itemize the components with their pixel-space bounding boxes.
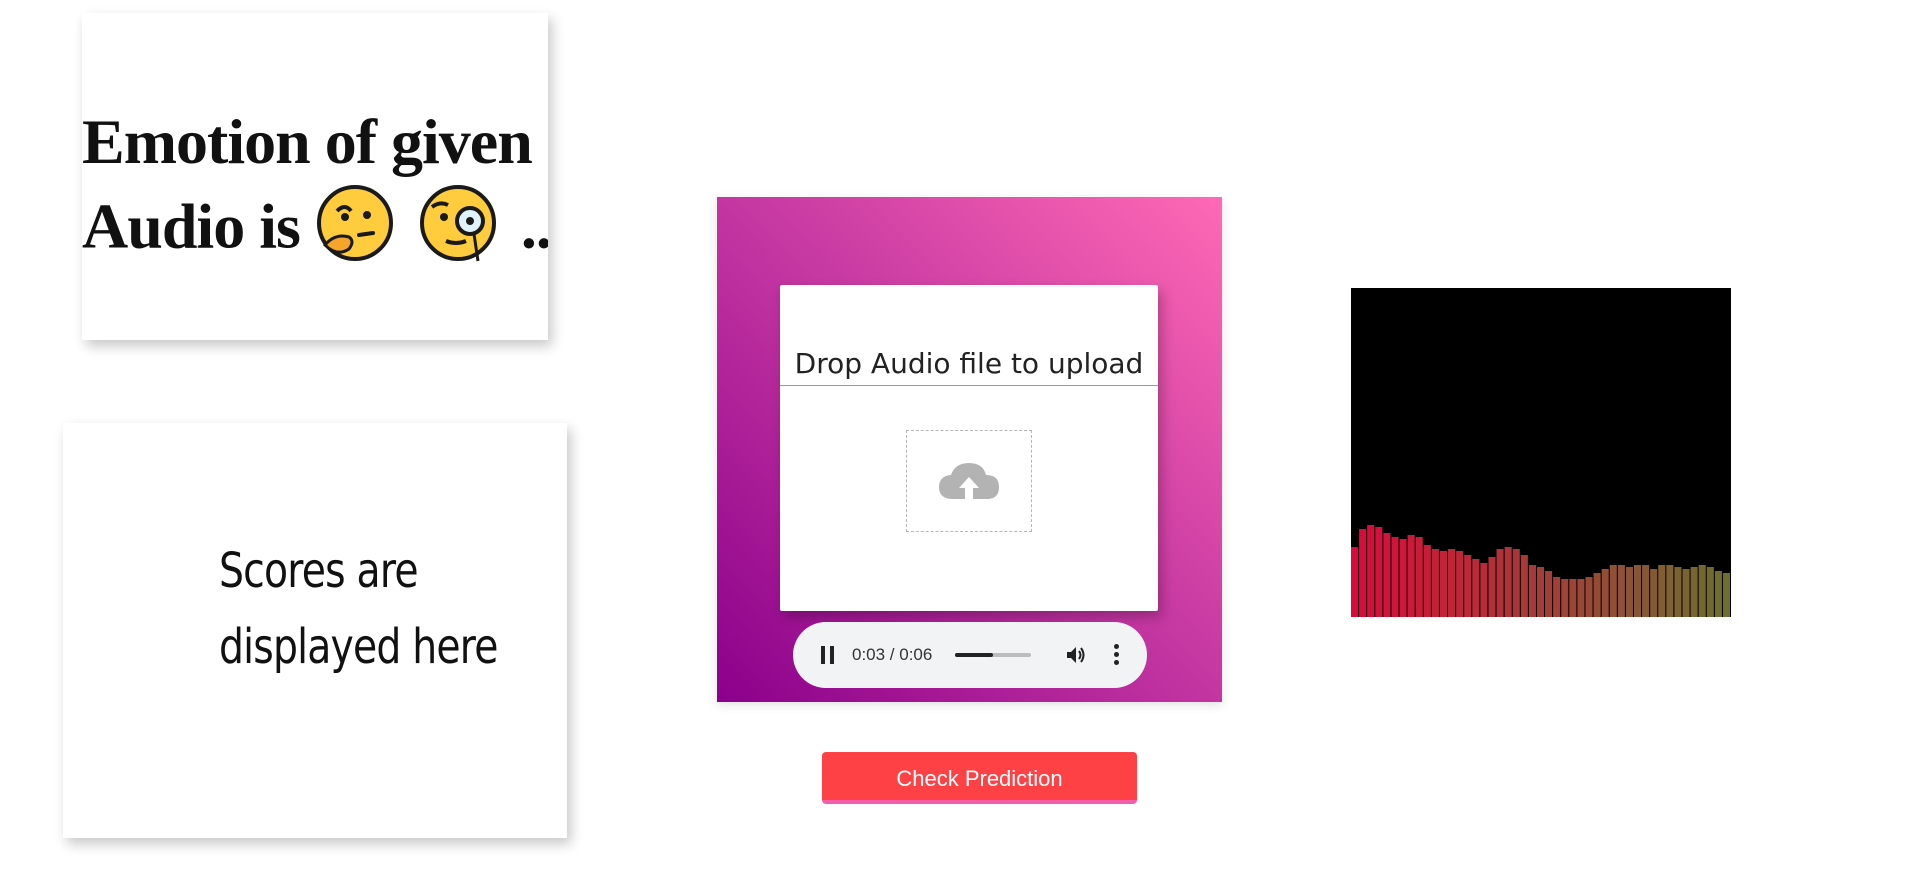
audio-player[interactable]: 0:03 / 0:06 <box>793 622 1147 688</box>
visualizer-bar <box>1617 565 1625 617</box>
visualizer-bar <box>1553 577 1561 617</box>
visualizer-bar <box>1601 569 1609 617</box>
visualizer-bar <box>1666 565 1674 617</box>
visualizer-bar <box>1674 567 1682 617</box>
more-options-icon[interactable] <box>1113 644 1119 666</box>
visualizer-bar <box>1569 579 1577 617</box>
drop-title: Drop Audio file to upload <box>794 347 1144 380</box>
visualizer-bars <box>1351 525 1730 617</box>
visualizer-bar <box>1496 549 1504 617</box>
thinking-face-icon <box>315 183 395 283</box>
upload-panel: Drop Audio file to upload 0:03 / 0:06 <box>717 197 1222 702</box>
pause-icon[interactable] <box>821 646 835 664</box>
visualizer-bar <box>1375 527 1383 617</box>
visualizer-bar <box>1480 563 1488 617</box>
visualizer-bar <box>1512 549 1520 617</box>
emotion-result-text: Emotion of given Audio is .. <box>82 101 548 283</box>
visualizer-bar <box>1448 549 1456 617</box>
emotion-result-card: Emotion of given Audio is .. <box>82 13 548 340</box>
visualizer-bar <box>1520 555 1528 617</box>
audio-progress-fill <box>955 653 993 657</box>
face-with-monocle-icon <box>418 183 498 283</box>
visualizer-bar <box>1488 557 1496 617</box>
visualizer-bar <box>1593 573 1601 617</box>
check-prediction-button[interactable]: Check Prediction <box>822 752 1137 804</box>
visualizer-bar <box>1439 551 1448 617</box>
visualizer-bar <box>1650 569 1658 617</box>
visualizer-bar <box>1658 565 1666 617</box>
visualizer-bar <box>1609 565 1617 617</box>
visualizer-bar <box>1351 547 1359 617</box>
scores-line-1: Scores are <box>219 543 419 599</box>
page: Emotion of given Audio is .. Scores are … <box>0 0 1913 874</box>
visualizer-bar <box>1383 533 1391 617</box>
divider <box>780 385 1158 386</box>
visualizer-bar <box>1545 571 1553 617</box>
audio-time: 0:03 / 0:06 <box>852 645 933 664</box>
visualizer-bar <box>1561 579 1569 617</box>
scores-placeholder-text: Scores are displayed here <box>219 533 499 685</box>
cloud-upload-icon <box>939 463 999 499</box>
file-drop-zone[interactable] <box>906 430 1032 532</box>
emotion-line-2: Audio is .. <box>82 183 548 283</box>
visualizer-bar <box>1472 559 1480 617</box>
scores-card: Scores are displayed here <box>63 423 567 838</box>
visualizer-bar <box>1690 567 1698 617</box>
visualizer-bar <box>1625 567 1633 617</box>
audio-visualizer <box>1351 288 1731 617</box>
visualizer-bar <box>1585 577 1593 617</box>
visualizer-bar <box>1714 571 1722 617</box>
audio-progress-slider[interactable] <box>955 653 1031 657</box>
visualizer-bar <box>1698 565 1706 617</box>
visualizer-bar <box>1456 551 1464 617</box>
visualizer-bar <box>1642 565 1650 617</box>
visualizer-bar <box>1577 579 1585 617</box>
emotion-line-2-prefix: Audio is <box>82 190 301 262</box>
visualizer-bar <box>1682 569 1690 617</box>
visualizer-bar <box>1431 549 1439 617</box>
visualizer-bar <box>1464 555 1472 617</box>
visualizer-bar <box>1536 567 1545 617</box>
visualizer-bar <box>1367 525 1375 617</box>
visualizer-bar <box>1528 565 1536 617</box>
visualizer-bar <box>1359 529 1367 617</box>
visualizer-bar <box>1407 535 1415 617</box>
visualizer-bar <box>1399 539 1407 617</box>
visualizer-bar <box>1423 545 1431 617</box>
emotion-line-2-suffix: .. <box>520 190 548 262</box>
visualizer-bar <box>1722 573 1730 617</box>
emotion-line-1: Emotion of given <box>82 106 533 177</box>
visualizer-bar <box>1504 547 1512 617</box>
visualizer-bar <box>1415 537 1423 617</box>
volume-icon[interactable] <box>1065 644 1087 666</box>
scores-line-2: displayed here <box>219 619 499 675</box>
visualizer-bar <box>1633 565 1642 617</box>
visualizer-bar <box>1391 537 1399 617</box>
audio-drop-box[interactable]: Drop Audio file to upload <box>780 285 1158 611</box>
visualizer-bar <box>1706 567 1714 617</box>
